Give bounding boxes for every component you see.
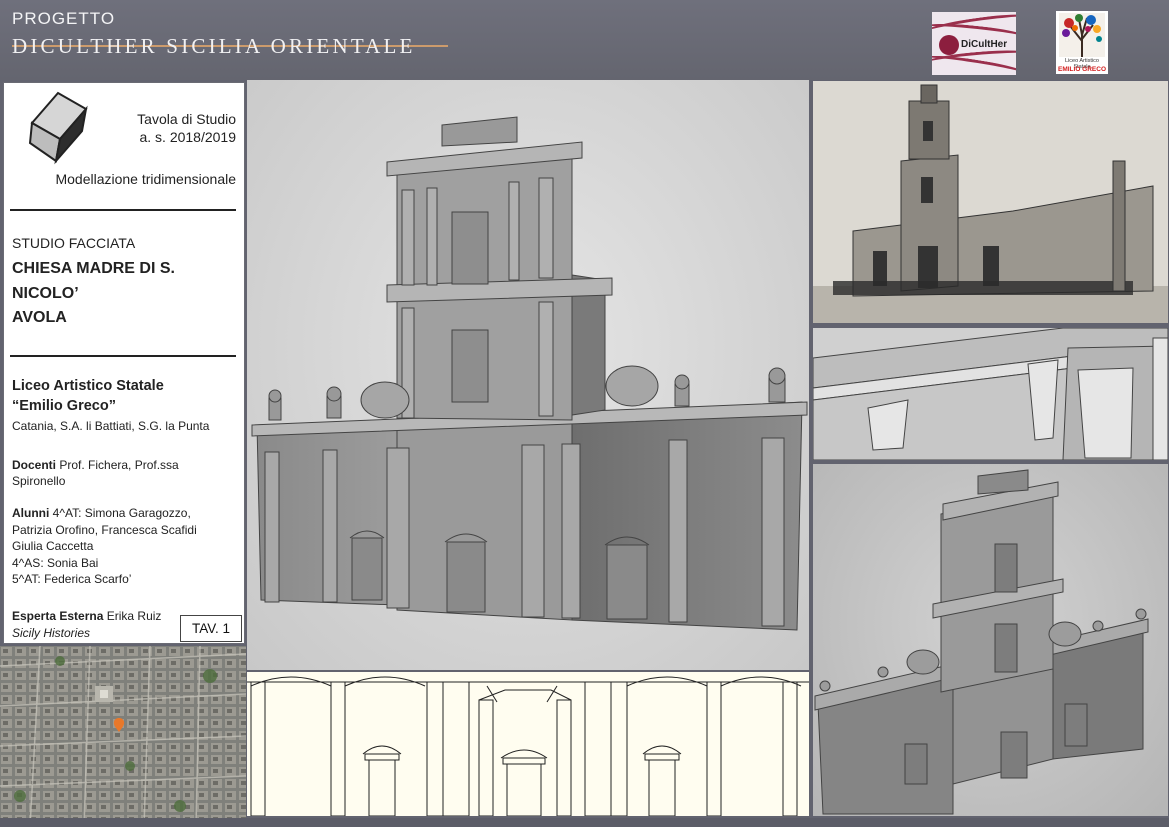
- facade-elevation-drawing: [247, 672, 809, 816]
- church-title: CHIESA MADRE DI S. NICOLO’ AVOLA: [12, 257, 236, 331]
- diculther-logo-text: DiCultHer: [961, 39, 1008, 50]
- project-name: DICULTHER SICILIA ORIENTALE: [12, 34, 416, 58]
- alunni-line: Patrizia Orofino, Francesca Scafidi: [12, 522, 197, 537]
- church-title-line2: NICOLO’: [12, 284, 79, 302]
- cornice-detail-render: [813, 328, 1168, 460]
- alunni: Alunni 4^AT: Simona Garagozzo, Patrizia …: [12, 505, 238, 588]
- modellazione-label: Modellazione tridimensionale: [55, 171, 236, 187]
- tavola-di-studio: Tavola di Studio a. s. 2018/2019: [122, 110, 236, 146]
- school-logo-name: EMILIO GRECO: [1057, 66, 1107, 73]
- project-label: PROGETTO: [12, 9, 116, 28]
- esperta-name: Erika Ruiz: [103, 609, 162, 623]
- tree-icon: [1059, 13, 1105, 57]
- cube-icon: [6, 85, 112, 167]
- school-logo: Liceo Artistico Statale EMILIO GRECO: [1056, 11, 1108, 74]
- alunni-label: Alunni: [12, 506, 50, 520]
- divider: [10, 209, 236, 211]
- divider: [10, 355, 236, 357]
- church-title-line3: AVOLA: [12, 309, 67, 326]
- alunni-line: 4^AT: Simona Garagozzo,: [49, 506, 191, 520]
- tavola-title: Tavola di Studio: [137, 111, 236, 127]
- tav-badge: TAV. 1: [180, 615, 242, 642]
- school-subname: “Emilio Greco”: [12, 398, 116, 414]
- studio-facciata: STUDIO FACCIATA: [12, 235, 136, 251]
- aerial-map: [0, 646, 246, 827]
- church-title-line1: CHIESA MADRE DI S.: [12, 260, 175, 277]
- alunni-line: Giulia Caccetta: [12, 539, 94, 553]
- info-panel: Tavola di Studio a. s. 2018/2019 Modella…: [3, 82, 245, 644]
- docenti-label: Docenti: [12, 458, 57, 472]
- docenti: Docenti Prof. Fichera, Prof.ssa Spironel…: [12, 457, 212, 489]
- school-locations: Catania, S.A. li Battiati, S.G. la Punta: [12, 419, 210, 433]
- esperta-label: Esperta Esterna: [12, 609, 104, 623]
- facade-3d-render-angled: [813, 464, 1168, 816]
- historic-photo: [813, 81, 1168, 323]
- esperta-esterna: Esperta Esterna Erika Ruiz: [12, 609, 161, 623]
- header: PROGETTO DICULTHER SICILIA ORIENTALE DiC…: [0, 0, 1169, 80]
- school-name: Liceo Artistico Statale: [12, 378, 164, 394]
- diculther-logo: DiCultHer: [932, 12, 1016, 75]
- bottom-strip: [0, 818, 1169, 827]
- academic-year: a. s. 2018/2019: [139, 129, 236, 145]
- sicily-histories: Sicily Histories: [12, 626, 91, 640]
- facade-3d-render: [247, 80, 809, 670]
- alunni-line: 5^AT: Federica Scarfo’: [12, 572, 132, 586]
- alunni-line: 4^AS: Sonia Bai: [12, 555, 99, 570]
